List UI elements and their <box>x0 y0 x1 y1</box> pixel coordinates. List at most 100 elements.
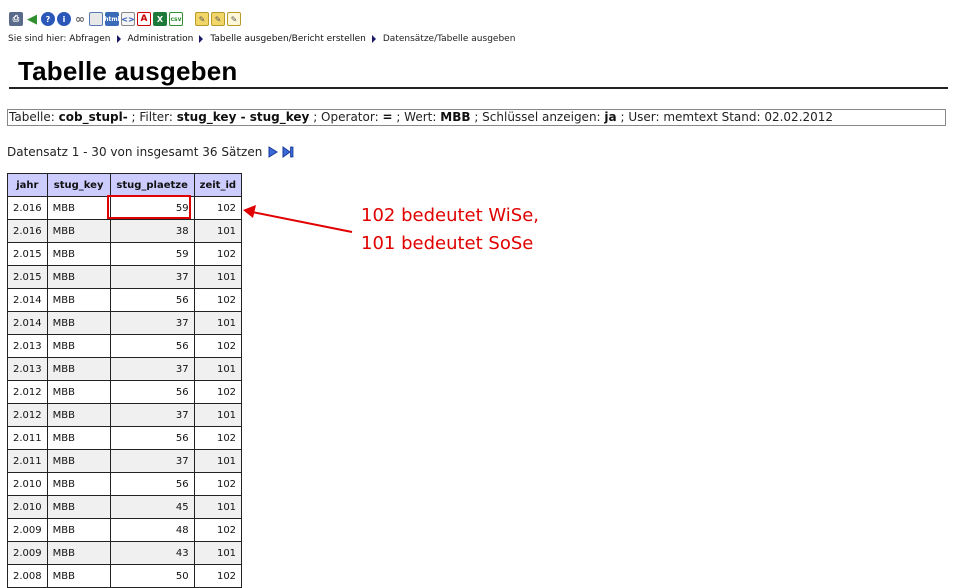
table-row: 2.013 MBB 56 102 <box>7 334 243 358</box>
cell-stug-plaetze: 37 <box>109 311 195 335</box>
cell-zeit-id: 102 <box>193 196 243 220</box>
breadcrumb-abfragen[interactable]: Abfragen <box>69 34 110 44</box>
wert-value: MBB <box>440 110 471 124</box>
cell-jahr: 2.011 <box>7 426 48 450</box>
cell-jahr: 2.014 <box>7 311 48 335</box>
cell-zeit-id: 102 <box>193 518 243 542</box>
cell-stug-plaetze: 37 <box>109 357 195 381</box>
annotation-line-2: 101 bedeutet SoSe <box>361 233 534 254</box>
cell-stug-plaetze: 43 <box>109 541 195 565</box>
cell-stug-key: MBB <box>46 403 111 427</box>
operator-value: = <box>382 110 393 124</box>
cell-zeit-id: 101 <box>193 265 243 289</box>
breadcrumb-tabelle-ausgeben[interactable]: Tabelle ausgeben/Bericht erstellen <box>210 34 366 44</box>
table-row: 2.014 MBB 37 101 <box>7 311 243 335</box>
schluessel-value: ja <box>604 110 617 124</box>
cell-stug-key: MBB <box>46 334 111 358</box>
cell-zeit-id: 101 <box>193 219 243 243</box>
csv-icon[interactable]: csv <box>169 12 183 26</box>
cell-jahr: 2.010 <box>7 495 48 519</box>
cell-zeit-id: 102 <box>193 288 243 312</box>
annotation-line-1: 102 bedeutet WiSe, <box>361 205 540 226</box>
table-row: 2.009 MBB 43 101 <box>7 541 243 565</box>
header-stug-key[interactable]: stug_key <box>46 173 111 197</box>
cell-zeit-id: 102 <box>193 564 243 588</box>
cell-stug-key: MBB <box>46 426 111 450</box>
cell-stug-plaetze: 37 <box>109 449 195 473</box>
record-count-text: Datensatz 1 - 30 von insgesamt 36 Sätzen <box>7 145 263 159</box>
breadcrumb: Sie sind hier: Abfragen Administration Tab… <box>8 34 515 44</box>
cell-stug-plaetze: 56 <box>109 472 195 496</box>
breadcrumb-current: Datensätze/Tabelle ausgeben <box>382 34 516 44</box>
table-row: 2.013 MBB 37 101 <box>7 357 243 381</box>
filter-summary: Tabelle: cob_stupl- ; Filter: stug_key -… <box>7 109 946 126</box>
highlight-box <box>107 195 191 219</box>
cell-jahr: 2.009 <box>7 541 48 565</box>
cell-jahr: 2.016 <box>7 196 48 220</box>
next-page-icon[interactable] <box>268 146 279 158</box>
cell-stug-plaetze: 45 <box>109 495 195 519</box>
cell-stug-plaetze: 56 <box>109 380 195 404</box>
table-row: 2.010 MBB 45 101 <box>7 495 243 519</box>
header-zeit-id[interactable]: zeit_id <box>193 173 243 197</box>
cell-zeit-id: 102 <box>193 334 243 358</box>
table-row: 2.014 MBB 56 102 <box>7 288 243 312</box>
note-icon[interactable]: ✎ <box>227 12 241 26</box>
title-divider <box>9 87 948 89</box>
last-page-icon[interactable] <box>282 146 294 158</box>
breadcrumb-administration[interactable]: Administration <box>128 34 194 44</box>
pdf-icon[interactable]: A <box>137 12 151 26</box>
data-table: jahr stug_key stug_plaetze zeit_id 2.016… <box>7 173 243 588</box>
cell-jahr: 2.015 <box>7 242 48 266</box>
cell-stug-plaetze: 50 <box>109 564 195 588</box>
table-row: 2.012 MBB 56 102 <box>7 380 243 404</box>
cell-jahr: 2.009 <box>7 518 48 542</box>
edit-icon[interactable]: ✎ <box>195 12 209 26</box>
filter-label: ; Filter: <box>131 110 173 124</box>
cell-stug-key: MBB <box>46 288 111 312</box>
cell-zeit-id: 102 <box>193 472 243 496</box>
cell-jahr: 2.010 <box>7 472 48 496</box>
cell-jahr: 2.013 <box>7 357 48 381</box>
xml-icon[interactable]: <> <box>121 12 135 26</box>
cell-stug-key: MBB <box>46 518 111 542</box>
cell-zeit-id: 102 <box>193 426 243 450</box>
cell-jahr: 2.014 <box>7 288 48 312</box>
folder-icon[interactable]: ✎ <box>211 12 225 26</box>
cell-stug-key: MBB <box>46 564 111 588</box>
header-stug-plaetze[interactable]: stug_plaetze <box>109 173 195 197</box>
cell-stug-plaetze: 56 <box>109 334 195 358</box>
help-icon[interactable]: ? <box>41 12 55 26</box>
cell-stug-key: MBB <box>46 541 111 565</box>
filter-value: stug_key - stug_key <box>176 110 310 124</box>
cell-zeit-id: 101 <box>193 357 243 381</box>
cell-jahr: 2.012 <box>7 380 48 404</box>
cell-stug-key: MBB <box>46 219 111 243</box>
table-row: 2.011 MBB 37 101 <box>7 449 243 473</box>
table-icon[interactable] <box>89 12 103 26</box>
cell-zeit-id: 101 <box>193 311 243 335</box>
table-row: 2.011 MBB 56 102 <box>7 426 243 450</box>
back-icon[interactable]: ◀ <box>25 12 39 27</box>
cell-stug-key: MBB <box>46 242 111 266</box>
cell-stug-key: MBB <box>46 265 111 289</box>
print-icon[interactable]: ⎙ <box>9 12 23 26</box>
excel-icon[interactable]: X <box>153 12 167 26</box>
cell-zeit-id: 101 <box>193 449 243 473</box>
header-jahr[interactable]: jahr <box>7 173 48 197</box>
attach-icon[interactable]: ∞ <box>73 12 87 26</box>
record-info: Datensatz 1 - 30 von insgesamt 36 Sätzen <box>7 145 294 159</box>
cell-stug-plaetze: 56 <box>109 426 195 450</box>
cell-stug-key: MBB <box>46 472 111 496</box>
breadcrumb-prefix: Sie sind hier: <box>8 34 67 44</box>
table-row: 2.015 MBB 37 101 <box>7 265 243 289</box>
schluessel-label: ; Schlüssel anzeigen: <box>474 110 601 124</box>
cell-stug-plaetze: 37 <box>109 403 195 427</box>
wert-label: ; Wert: <box>396 110 437 124</box>
page-title: Tabelle ausgeben <box>18 56 238 86</box>
cell-jahr: 2.011 <box>7 449 48 473</box>
cell-stug-plaetze: 56 <box>109 288 195 312</box>
html-icon[interactable]: html <box>104 12 120 26</box>
info-icon[interactable]: i <box>57 12 71 26</box>
toolbar: ⎙ ◀ ? i ∞ html <> A X csv ✎ ✎ ✎ <box>9 9 243 29</box>
